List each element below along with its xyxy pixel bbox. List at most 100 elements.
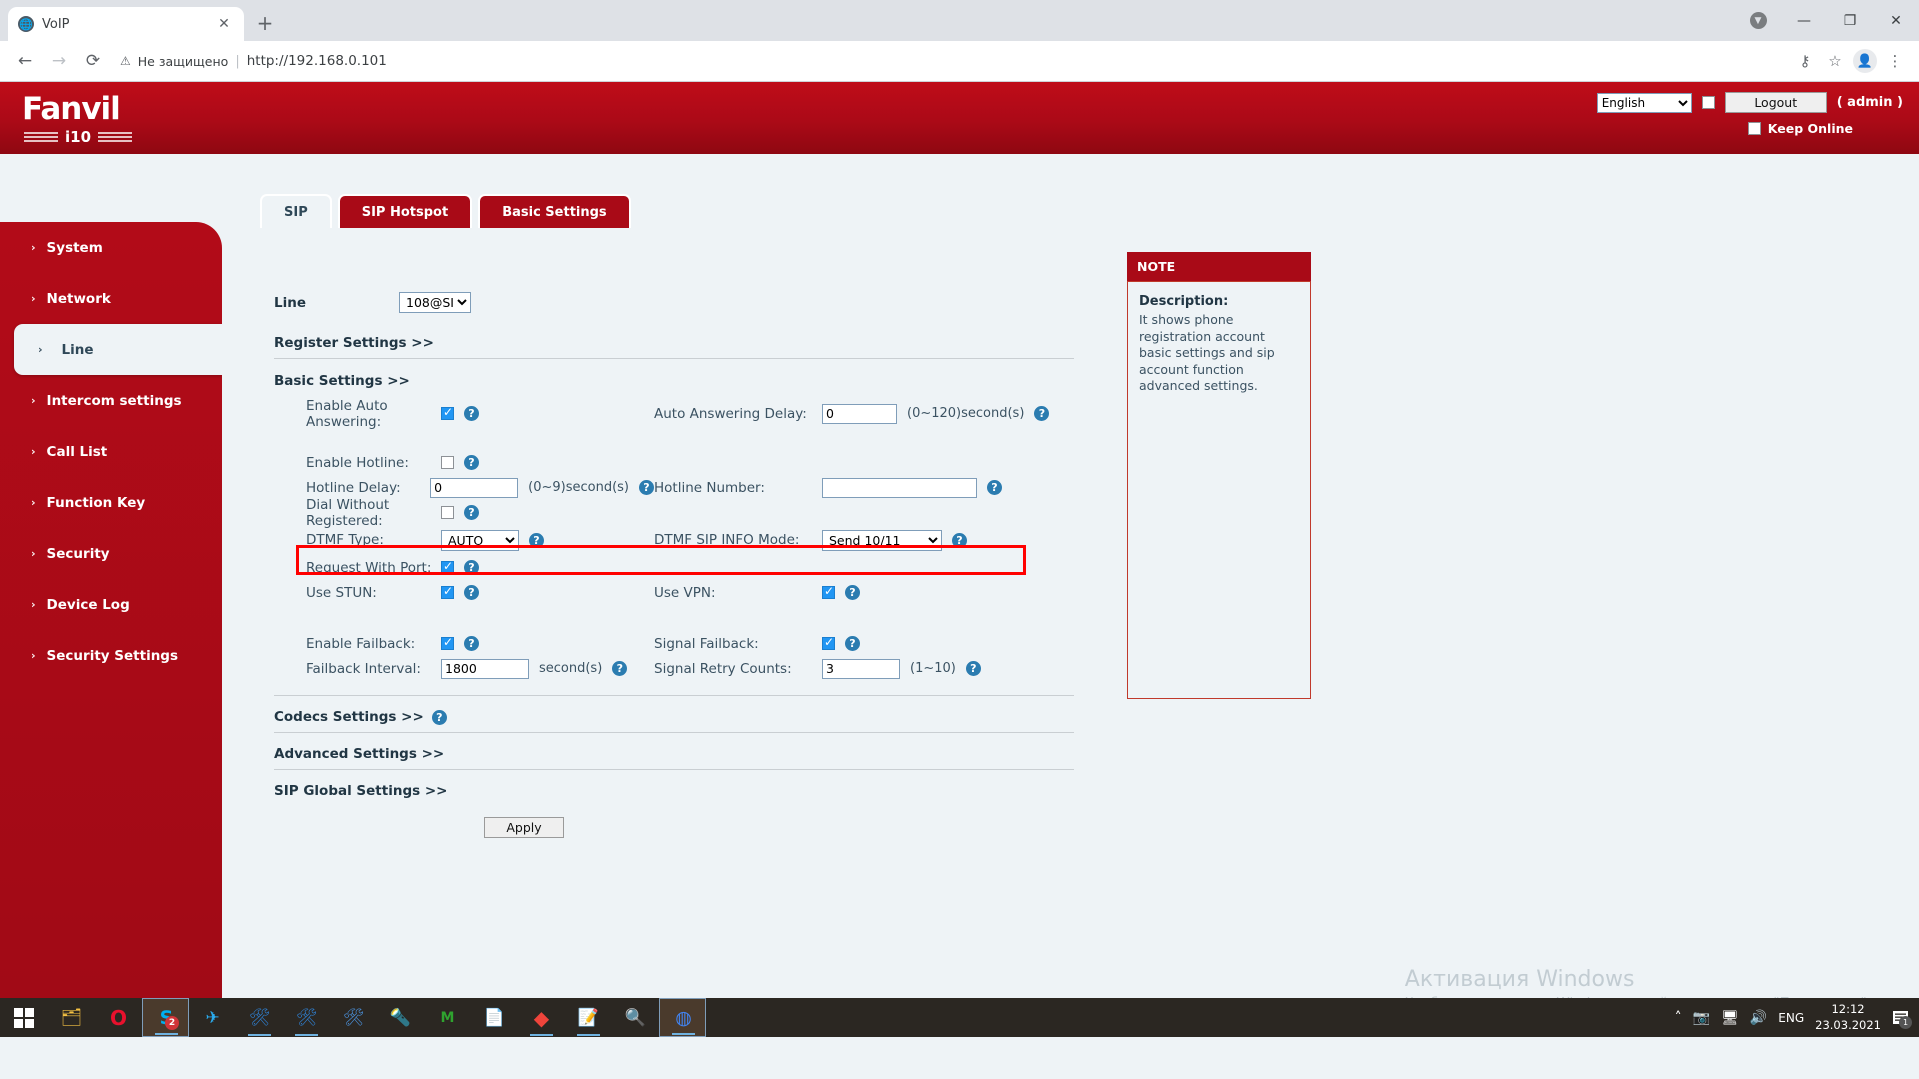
dtmf-type-select[interactable]: AUTO <box>441 529 519 551</box>
tray-language-indicator[interactable]: ENG <box>1778 1011 1804 1025</box>
taskbar-chrome-icon[interactable]: ◍ <box>659 998 706 1037</box>
register-settings-section[interactable]: Register Settings >> <box>274 335 1074 359</box>
basic-settings-header[interactable]: Basic Settings >> <box>274 373 1074 389</box>
auto-answering-delay-input[interactable] <box>822 403 897 424</box>
apply-button[interactable]: Apply <box>484 817 564 838</box>
tab-sip-hotspot[interactable]: SIP Hotspot <box>337 194 473 228</box>
help-icon[interactable]: ? <box>612 661 628 676</box>
enable-failback-checkbox[interactable] <box>441 635 454 650</box>
dial-without-registered-checkbox[interactable] <box>441 506 454 519</box>
help-icon[interactable]: ? <box>965 661 981 676</box>
request-with-port-checkbox[interactable] <box>441 559 454 574</box>
sidebar-item-intercom-settings[interactable]: › Intercom settings <box>0 375 222 426</box>
not-secure-icon: ⚠ <box>120 54 131 68</box>
chevron-right-icon: › <box>31 292 36 305</box>
taskbar-clock[interactable]: 12:12 23.03.2021 <box>1815 1002 1881 1033</box>
enable-auto-answering-checkbox[interactable] <box>441 405 454 420</box>
forward-button[interactable]: → <box>44 46 74 76</box>
signal-retry-counts-input[interactable] <box>822 658 900 679</box>
help-icon[interactable]: ? <box>639 480 654 495</box>
browser-tab[interactable]: 🌐 VoIP ✕ <box>8 7 244 41</box>
col-right: Hotline Number: ? <box>654 477 1002 498</box>
sidebar-item-network[interactable]: › Network <box>0 273 222 324</box>
taskbar-file-explorer-icon[interactable]: 🗂 <box>48 998 95 1037</box>
help-icon[interactable]: ? <box>431 709 447 725</box>
taskbar-telegram-icon[interactable]: ✈ <box>189 998 236 1037</box>
start-button[interactable] <box>0 998 48 1037</box>
failback-interval-input[interactable] <box>441 658 529 679</box>
help-icon[interactable]: ? <box>952 532 967 548</box>
signal-failback-checkbox[interactable] <box>822 635 835 650</box>
help-icon[interactable]: ? <box>464 560 479 575</box>
chrome-menu-icon[interactable]: ⋮ <box>1881 47 1909 75</box>
taskbar-mod-app-icon[interactable]: M <box>424 998 471 1037</box>
taskbar-anydesk-icon[interactable]: ◆ <box>518 998 565 1037</box>
sidebar-item-line[interactable]: › Line <box>14 324 222 375</box>
keep-online-checkbox[interactable] <box>1747 122 1761 135</box>
help-icon[interactable]: ? <box>845 585 860 600</box>
taskbar-skype-icon[interactable]: S 2 <box>142 998 189 1037</box>
sidebar-item-function-key[interactable]: › Function Key <box>0 477 222 528</box>
hotline-delay-input[interactable] <box>430 477 519 498</box>
bookmark-star-icon[interactable]: ☆ <box>1821 47 1849 75</box>
taskbar-flashlight-icon[interactable]: 🔦 <box>377 998 424 1037</box>
chevron-right-icon: › <box>31 394 36 407</box>
profile-avatar[interactable]: 👤 <box>1851 47 1879 75</box>
sip-global-settings-header[interactable]: SIP Global Settings >> <box>274 783 1074 799</box>
download-indicator-icon[interactable]: ▼ <box>1735 0 1781 41</box>
help-icon[interactable]: ? <box>464 455 479 470</box>
signal-retry-counts-control: (1~10) ? <box>822 658 981 679</box>
help-icon[interactable]: ? <box>464 505 479 520</box>
tab-sip[interactable]: SIP <box>260 194 332 228</box>
tray-network-icon[interactable]: 🖥 <box>1721 1010 1739 1026</box>
back-button[interactable]: ← <box>10 46 40 76</box>
new-tab-button[interactable]: + <box>250 8 280 38</box>
close-icon[interactable]: ✕ <box>214 14 234 34</box>
header-checkbox[interactable] <box>1701 96 1715 109</box>
logout-button[interactable]: Logout <box>1724 92 1827 113</box>
reload-button[interactable]: ⟳ <box>78 46 108 76</box>
enable-hotline-checkbox[interactable] <box>441 456 454 469</box>
register-settings-header[interactable]: Register Settings >> <box>274 335 1074 351</box>
sidebar-item-call-list[interactable]: › Call List <box>0 426 222 477</box>
use-stun-checkbox[interactable] <box>441 584 454 599</box>
help-icon[interactable]: ? <box>464 406 479 421</box>
help-icon[interactable]: ? <box>464 636 479 651</box>
help-icon[interactable]: ? <box>845 636 860 651</box>
help-icon[interactable]: ? <box>987 480 1002 495</box>
col-left: Request With Port: ? <box>274 559 654 576</box>
hotline-number-input[interactable] <box>822 477 977 498</box>
restore-button[interactable]: ❐ <box>1827 0 1873 41</box>
taskbar-tools-2-icon[interactable]: 🛠 <box>283 998 330 1037</box>
taskbar-tools-icon[interactable]: 🛠 <box>236 998 283 1037</box>
sidebar-item-device-log[interactable]: › Device Log <box>0 579 222 630</box>
help-icon[interactable]: ? <box>464 585 479 600</box>
address-bar[interactable]: ⚠ Не защищено | http://192.168.0.101 <box>120 47 1787 75</box>
notification-center-icon[interactable]: 1 <box>1892 1010 1912 1029</box>
tray-camera-icon[interactable]: 📷 <box>1693 1010 1710 1026</box>
password-key-icon[interactable]: ⚷ <box>1791 47 1819 75</box>
tray-volume-icon[interactable]: 🔊 <box>1750 1010 1767 1026</box>
tab-basic-settings[interactable]: Basic Settings <box>478 194 631 228</box>
tray-chevron-up-icon[interactable]: ˄ <box>1675 1010 1682 1026</box>
taskbar-opera-icon[interactable]: O <box>95 998 142 1037</box>
sidebar-item-system[interactable]: › System <box>0 222 222 273</box>
help-icon[interactable]: ? <box>529 532 544 548</box>
minimize-button[interactable]: — <box>1781 0 1827 41</box>
codecs-settings-header[interactable]: Codecs Settings >> <box>274 709 424 725</box>
help-icon[interactable]: ? <box>1034 406 1050 421</box>
keep-online-row: Keep Online <box>1597 121 1903 136</box>
taskbar-editor-icon[interactable]: 📝 <box>565 998 612 1037</box>
advanced-settings-header[interactable]: Advanced Settings >> <box>274 746 1074 762</box>
sidebar-item-security[interactable]: › Security <box>0 528 222 579</box>
use-vpn-checkbox[interactable] <box>822 584 835 599</box>
logo-model-row: i10 <box>22 128 133 146</box>
language-select[interactable]: English <box>1596 92 1692 113</box>
taskbar-notepad-icon[interactable]: 📄 <box>471 998 518 1037</box>
taskbar-tools-3-icon[interactable]: 🛠 <box>330 998 377 1037</box>
taskbar-magnifier-icon[interactable]: 🔍 <box>612 998 659 1037</box>
line-select[interactable]: 108@SIP1 <box>399 292 471 313</box>
dtmf-sip-info-mode-select[interactable]: Send 10/11 <box>822 529 942 551</box>
sidebar-item-security-settings[interactable]: › Security Settings <box>0 630 222 681</box>
close-window-button[interactable]: ✕ <box>1873 0 1919 41</box>
